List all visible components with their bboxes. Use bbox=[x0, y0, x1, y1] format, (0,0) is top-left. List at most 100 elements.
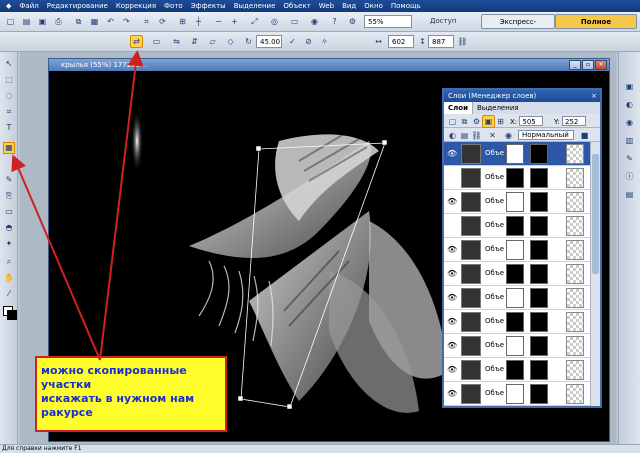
crop-icon[interactable]: ⌗ bbox=[140, 15, 153, 28]
tab-layers[interactable]: Слои bbox=[444, 102, 473, 114]
flip-v-icon[interactable]: ⇵ bbox=[188, 35, 201, 48]
brush-tool-icon[interactable]: ✎ bbox=[3, 174, 15, 186]
dock-layers-icon[interactable]: ▤ bbox=[623, 188, 636, 201]
combine-layer-icon[interactable]: ⊞ bbox=[494, 115, 507, 128]
visibility-eye-icon[interactable]: 👁 bbox=[447, 389, 457, 399]
visibility-eye-icon[interactable]: 👁 bbox=[447, 269, 457, 279]
visibility-eye-icon[interactable]: 👁 bbox=[447, 341, 457, 351]
visibility-eye-icon[interactable]: 👁 bbox=[447, 293, 457, 303]
cancel-icon[interactable]: ⊘ bbox=[302, 35, 315, 48]
menu-item[interactable]: Эффекты bbox=[189, 2, 228, 10]
pick-tool-icon[interactable]: ↖ bbox=[3, 58, 15, 70]
dock-color-icon[interactable]: ◉ bbox=[623, 116, 636, 129]
dock-info-icon[interactable]: ⓘ bbox=[623, 170, 636, 183]
layer-row[interactable]: 👁 Объе bbox=[444, 190, 590, 214]
visibility-eye-icon[interactable]: 👁 bbox=[447, 317, 457, 327]
perspective-mode-icon[interactable]: ⇄ bbox=[130, 35, 143, 48]
fit-window-icon[interactable]: ⤢ bbox=[248, 15, 261, 28]
dock-brush-icon[interactable]: ✎ bbox=[623, 152, 636, 165]
layer-link-icon[interactable]: ⛓ bbox=[470, 129, 483, 142]
web-icon[interactable]: ◎ bbox=[268, 15, 281, 28]
pan-tool-icon[interactable]: ✋ bbox=[3, 272, 15, 284]
visibility-eye-icon[interactable] bbox=[447, 221, 457, 231]
help-icon[interactable]: ? bbox=[328, 15, 341, 28]
maximize-button[interactable]: ▫ bbox=[582, 60, 594, 70]
dock-lens-icon[interactable]: ◐ bbox=[623, 98, 636, 111]
layer-row[interactable]: 👁 Объе bbox=[444, 286, 590, 310]
zoom-tool-icon[interactable]: ⌕ bbox=[3, 256, 15, 268]
visibility-eye-icon[interactable]: 👁 bbox=[447, 245, 457, 255]
layer-row[interactable]: 👁 Объе bbox=[444, 262, 590, 286]
rotate-angle-icon[interactable]: ↻ bbox=[242, 35, 255, 48]
menu-item[interactable]: Редактирование bbox=[45, 2, 110, 10]
visibility-eye-icon[interactable]: 👁 bbox=[447, 365, 457, 375]
effect-tool-icon[interactable]: ✦ bbox=[3, 238, 15, 250]
layer-row[interactable]: 👁 Объе bbox=[444, 358, 590, 382]
dock-objects-icon[interactable]: ▣ bbox=[623, 80, 636, 93]
y-coord-field[interactable]: 252 bbox=[561, 116, 586, 126]
camera-icon[interactable]: ◉ bbox=[308, 15, 321, 28]
new-file-icon[interactable]: ▢ bbox=[4, 15, 17, 28]
layer-row[interactable]: 👁 Объе bbox=[444, 334, 590, 358]
redo-icon[interactable]: ↷ bbox=[120, 15, 133, 28]
blend-mode-select[interactable]: Нормальный bbox=[518, 130, 574, 140]
dock-histogram-icon[interactable]: ▥ bbox=[623, 134, 636, 147]
visibility-eye-icon[interactable]: 👁 bbox=[447, 149, 457, 159]
paste-icon[interactable]: ▦ bbox=[88, 15, 101, 28]
opacity-icon[interactable]: ■ bbox=[578, 129, 591, 142]
settings-icon[interactable]: ⚙ bbox=[346, 15, 359, 28]
express-mode-button[interactable]: Экспресс-коррекция bbox=[481, 14, 555, 40]
close-button[interactable]: × bbox=[595, 60, 607, 70]
background-color-swatch[interactable] bbox=[7, 310, 17, 320]
access-button[interactable]: Доступ bbox=[416, 15, 478, 28]
save-icon[interactable]: ▣ bbox=[36, 15, 49, 28]
menu-item[interactable]: Окно bbox=[362, 2, 385, 10]
flip-h-icon[interactable]: ⇋ bbox=[170, 35, 183, 48]
delete-layer-icon[interactable]: ✕ bbox=[486, 129, 499, 142]
transform-mode-icon[interactable]: ▭ bbox=[150, 35, 163, 48]
crop-tool-icon[interactable]: ⌗ bbox=[3, 106, 15, 118]
visibility-eye-icon[interactable] bbox=[447, 173, 457, 183]
open-file-icon[interactable]: ▤ bbox=[20, 15, 33, 28]
selection-tool-icon[interactable]: ⬚ bbox=[3, 74, 15, 86]
layers-scrollbar[interactable] bbox=[590, 142, 600, 406]
menu-item[interactable]: Выделение bbox=[232, 2, 278, 10]
zoom-in-icon[interactable]: + bbox=[228, 15, 241, 28]
perspective-tool-icon[interactable]: ▦ bbox=[3, 142, 15, 154]
rulers-icon[interactable]: ┼ bbox=[192, 15, 205, 28]
width-field[interactable]: 602 bbox=[388, 35, 414, 48]
layer-row[interactable]: 👁 Объе bbox=[444, 142, 590, 166]
lock-ratio-icon[interactable]: ⛓ bbox=[456, 35, 469, 48]
fill-tool-icon[interactable]: ◓ bbox=[3, 222, 15, 234]
menu-item[interactable]: Коррекция bbox=[114, 2, 158, 10]
menu-item[interactable]: Фото bbox=[162, 2, 185, 10]
menu-item[interactable]: Web bbox=[317, 2, 336, 10]
copy-icon[interactable]: ⧉ bbox=[72, 15, 85, 28]
angle-field[interactable]: 45.00 bbox=[256, 35, 282, 48]
zoom-out-icon[interactable]: − bbox=[212, 15, 225, 28]
rotate-icon[interactable]: ⟳ bbox=[156, 15, 169, 28]
grid-icon[interactable]: ⊞ bbox=[176, 15, 189, 28]
menu-item[interactable]: Вид bbox=[340, 2, 358, 10]
x-coord-field[interactable]: 505 bbox=[519, 116, 544, 126]
lasso-tool-icon[interactable]: ◌ bbox=[3, 90, 15, 102]
print-icon[interactable]: ⎙ bbox=[52, 15, 65, 28]
layer-row[interactable]: 👁 Объе bbox=[444, 310, 590, 334]
height-field[interactable]: 887 bbox=[428, 35, 454, 48]
eraser-tool-icon[interactable]: ▭ bbox=[3, 206, 15, 218]
layer-row[interactable]: 👁 Объе bbox=[444, 382, 590, 406]
text-tool-icon[interactable]: T bbox=[3, 122, 15, 134]
layer-row[interactable]: Объе bbox=[444, 166, 590, 190]
menu-item[interactable]: Объект bbox=[281, 2, 312, 10]
menu-item[interactable]: Помощь bbox=[389, 2, 423, 10]
scanner-icon[interactable]: ▭ bbox=[288, 15, 301, 28]
visibility-eye-icon[interactable]: 👁 bbox=[447, 197, 457, 207]
zoom-select[interactable]: 55% bbox=[364, 15, 412, 28]
layer-row[interactable]: 👁 Объе bbox=[444, 238, 590, 262]
full-edit-mode-button[interactable]: Полное редактирован... bbox=[555, 14, 637, 40]
skew-icon[interactable]: ▱ bbox=[206, 35, 219, 48]
tab-selections[interactable]: Выделения bbox=[473, 102, 523, 114]
menu-item[interactable]: Файл bbox=[17, 2, 40, 10]
magic-icon[interactable]: ✧ bbox=[318, 35, 331, 48]
panel-close-icon[interactable]: × bbox=[591, 90, 597, 102]
